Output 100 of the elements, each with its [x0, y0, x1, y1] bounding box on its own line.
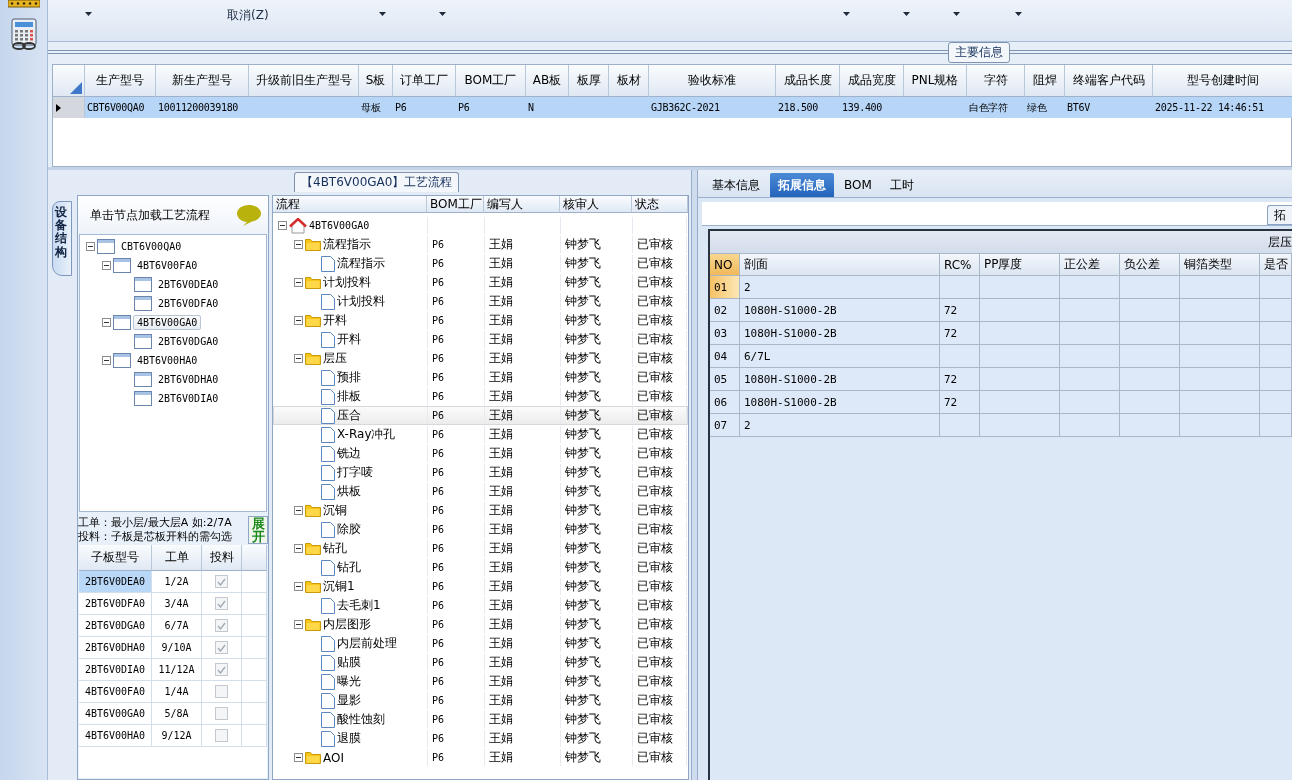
tab[interactable]: 拓: [1267, 205, 1292, 225]
column-header[interactable]: 负公差: [1120, 254, 1180, 276]
collapse-icon[interactable]: [294, 240, 303, 249]
expand-button[interactable]: 展开: [248, 516, 268, 544]
column-header[interactable]: PNL规格: [904, 65, 967, 97]
process-row[interactable]: 层压 P6 王娟 钟梦飞 已审核: [273, 349, 688, 368]
column-header[interactable]: BOM工厂: [427, 196, 484, 213]
dropdown-caret-icon[interactable]: [952, 12, 960, 16]
collapse-icon[interactable]: [86, 242, 95, 251]
process-row[interactable]: 计划投料 P6 王娟 钟梦飞 已审核: [273, 273, 688, 292]
process-row[interactable]: 曝光 P6 王娟 钟梦飞 已审核: [273, 672, 688, 691]
tree-node[interactable]: 2BT6V0DEA0: [154, 277, 223, 292]
tab[interactable]: 拓展信息: [770, 173, 834, 197]
column-header[interactable]: 字符: [967, 65, 1025, 97]
toolbar-icon[interactable]: [7, 0, 40, 8]
collapse-icon[interactable]: [294, 753, 303, 762]
column-header[interactable]: 流程: [273, 196, 427, 213]
checkbox[interactable]: [215, 575, 228, 588]
dropdown-caret-icon[interactable]: [1014, 12, 1022, 16]
process-row[interactable]: 显影 P6 王娟 钟梦飞 已审核: [273, 691, 688, 710]
checkbox[interactable]: [215, 619, 228, 632]
process-row[interactable]: X-Ray冲孔 P6 王娟 钟梦飞 已审核: [273, 425, 688, 444]
column-header[interactable]: 终端客户代码: [1065, 65, 1153, 97]
tree-node[interactable]: 4BT6V00GA0: [133, 315, 202, 330]
process-row[interactable]: 烘板 P6 王娟 钟梦飞 已审核: [273, 482, 688, 501]
collapse-icon[interactable]: [294, 620, 303, 629]
column-header[interactable]: 正公差: [1060, 254, 1120, 276]
column-header[interactable]: BOM工厂: [456, 65, 526, 97]
process-row[interactable]: 沉铜1 P6 王娟 钟梦飞 已审核: [273, 577, 688, 596]
column-header[interactable]: 投料: [202, 545, 242, 571]
dropdown-caret-icon[interactable]: [378, 12, 386, 16]
dropdown-caret-icon[interactable]: [902, 12, 910, 16]
checkbox[interactable]: [215, 597, 228, 610]
column-header[interactable]: 型号创建时间: [1153, 65, 1292, 97]
tree-node[interactable]: 4BT6V00FA0: [133, 258, 202, 273]
collapse-icon[interactable]: [294, 506, 303, 515]
process-row[interactable]: 钻孔 P6 王娟 钟梦飞 已审核: [273, 539, 688, 558]
column-header[interactable]: 验收标准: [649, 65, 776, 97]
process-row[interactable]: 打字唛 P6 王娟 钟梦飞 已审核: [273, 463, 688, 482]
column-header[interactable]: 是否: [1260, 254, 1292, 276]
process-row[interactable]: 去毛刺1 P6 王娟 钟梦飞 已审核: [273, 596, 688, 615]
collapse-icon[interactable]: [102, 261, 111, 270]
column-header[interactable]: 剖面: [740, 254, 940, 276]
process-row[interactable]: 流程指示 P6 王娟 钟梦飞 已审核: [273, 235, 688, 254]
dropdown-caret-icon[interactable]: [842, 12, 850, 16]
column-header[interactable]: S板: [359, 65, 393, 97]
dropdown-caret-icon[interactable]: [85, 12, 92, 16]
tree-node[interactable]: 4BT6V00HA0: [133, 353, 202, 368]
process-row[interactable]: AOI P6 王娟 钟梦飞 已审核: [273, 748, 688, 767]
process-row[interactable]: 流程指示 P6 王娟 钟梦飞 已审核: [273, 254, 688, 273]
process-row[interactable]: 酸性蚀刻 P6 王娟 钟梦飞 已审核: [273, 710, 688, 729]
column-header[interactable]: 升级前旧生产型号: [249, 65, 359, 97]
column-header[interactable]: 板材: [609, 65, 649, 97]
column-header[interactable]: 状态: [632, 196, 688, 213]
collapse-icon[interactable]: [294, 316, 303, 325]
cancel-menu[interactable]: 取消(Z): [227, 8, 269, 22]
process-row[interactable]: 排板 P6 王娟 钟梦飞 已审核: [273, 387, 688, 406]
column-header[interactable]: 核审人: [560, 196, 632, 213]
column-header[interactable]: RC%: [940, 254, 980, 276]
tab[interactable]: BOM: [836, 173, 880, 197]
process-row[interactable]: 预排 P6 王娟 钟梦飞 已审核: [273, 368, 688, 387]
column-header[interactable]: AB板: [526, 65, 569, 97]
checkbox[interactable]: [215, 707, 228, 720]
column-header[interactable]: 生产型号: [85, 65, 156, 97]
tree-node[interactable]: 2BT6V0DGA0: [154, 334, 223, 349]
column-header[interactable]: 阻焊: [1025, 65, 1065, 97]
collapse-icon[interactable]: [294, 354, 303, 363]
process-row[interactable]: 计划投料 P6 王娟 钟梦飞 已审核: [273, 292, 688, 311]
column-header[interactable]: 铜箔类型: [1180, 254, 1260, 276]
tree-node[interactable]: 2BT6V0DFA0: [154, 296, 223, 311]
checkbox[interactable]: [215, 685, 228, 698]
dropdown-caret-icon[interactable]: [438, 12, 446, 16]
process-row[interactable]: 压合 P6 王娟 钟梦飞 已审核: [273, 406, 688, 425]
collapse-icon[interactable]: [294, 278, 303, 287]
collapse-icon[interactable]: [102, 318, 111, 327]
column-header[interactable]: PP厚度: [980, 254, 1060, 276]
column-header[interactable]: 成品长度: [776, 65, 840, 97]
tree-node[interactable]: CBT6V00QA0: [117, 239, 186, 254]
process-row[interactable]: 退膜 P6 王娟 钟梦飞 已审核: [273, 729, 688, 748]
column-header[interactable]: 编写人: [484, 196, 560, 213]
column-header[interactable]: NO: [710, 254, 740, 276]
checkbox[interactable]: [215, 641, 228, 654]
calculator-icon[interactable]: [8, 18, 39, 50]
process-row[interactable]: 4BT6V00GA0: [273, 216, 688, 235]
process-row[interactable]: 内层图形 P6 王娟 钟梦飞 已审核: [273, 615, 688, 634]
column-header[interactable]: 板厚: [569, 65, 609, 97]
process-row[interactable]: 钻孔 P6 王娟 钟梦飞 已审核: [273, 558, 688, 577]
collapse-icon[interactable]: [278, 221, 287, 230]
collapse-icon[interactable]: [294, 544, 303, 553]
side-tab[interactable]: 设备结构: [52, 201, 72, 276]
tree-node[interactable]: 2BT6V0DIA0: [154, 391, 223, 406]
process-row[interactable]: 沉铜 P6 王娟 钟梦飞 已审核: [273, 501, 688, 520]
process-row[interactable]: 开料 P6 王娟 钟梦飞 已审核: [273, 311, 688, 330]
process-row[interactable]: 铣边 P6 王娟 钟梦飞 已审核: [273, 444, 688, 463]
column-header[interactable]: 成品宽度: [840, 65, 904, 97]
collapse-icon[interactable]: [102, 356, 111, 365]
checkbox[interactable]: [215, 663, 228, 676]
tab[interactable]: 基本信息: [704, 173, 768, 197]
process-row[interactable]: 开料 P6 王娟 钟梦飞 已审核: [273, 330, 688, 349]
collapse-icon[interactable]: [294, 582, 303, 591]
